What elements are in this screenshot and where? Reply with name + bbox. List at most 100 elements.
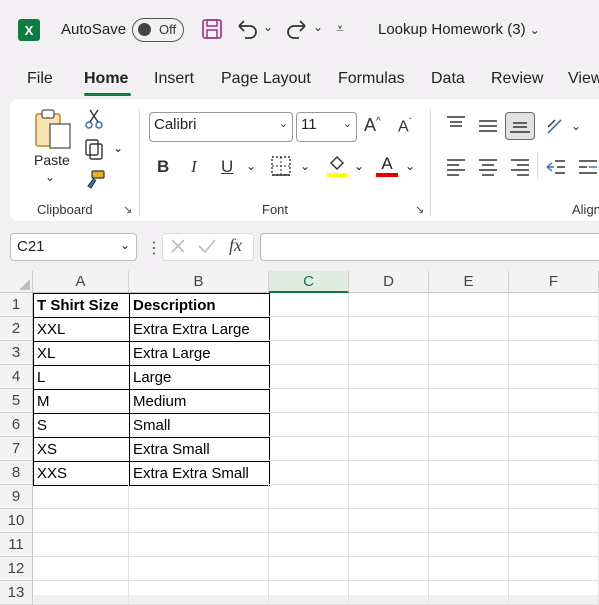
font-launcher-icon[interactable]: ↘ [415, 203, 424, 216]
cell-c4[interactable] [269, 365, 349, 389]
row-header-2[interactable]: 2 [0, 317, 33, 341]
cell-d9[interactable] [349, 485, 429, 509]
redo-icon[interactable] [285, 17, 309, 46]
cell-c6[interactable] [269, 413, 349, 437]
cell-b10[interactable] [129, 509, 269, 533]
top-align-icon[interactable] [445, 115, 467, 136]
column-header-d[interactable]: D [349, 271, 429, 293]
middle-align-icon[interactable] [477, 118, 499, 139]
cell-e4[interactable] [429, 365, 509, 389]
cell-e2[interactable] [429, 317, 509, 341]
cell-e5[interactable] [429, 389, 509, 413]
cell-e7[interactable] [429, 437, 509, 461]
cell-a1[interactable]: T Shirt Size [33, 293, 130, 318]
clipboard-launcher-icon[interactable]: ↘ [123, 203, 132, 216]
cell-d10[interactable] [349, 509, 429, 533]
cell-c3[interactable] [269, 341, 349, 365]
cell-b5[interactable]: Medium [129, 389, 270, 414]
cell-b6[interactable]: Small [129, 413, 270, 438]
format-painter-icon[interactable] [84, 170, 106, 195]
cell-a9[interactable] [33, 485, 129, 509]
cancel-icon[interactable] [169, 237, 187, 260]
row-header-13[interactable]: 13 [0, 581, 33, 605]
increase-indent-icon[interactable] [577, 158, 599, 181]
cell-d12[interactable] [349, 557, 429, 581]
increase-font-size-icon[interactable]: A^ [364, 115, 381, 136]
copy-icon[interactable] [84, 139, 104, 166]
paste-dropdown-icon[interactable]: ⌄ [45, 170, 55, 184]
cell-f6[interactable] [509, 413, 599, 437]
tab-formulas[interactable]: Formulas [338, 70, 405, 88]
cell-b2[interactable]: Extra Extra Large [129, 317, 270, 342]
cell-f7[interactable] [509, 437, 599, 461]
row-header-4[interactable]: 4 [0, 365, 33, 389]
name-box[interactable]: C21 ⌄ [10, 233, 137, 261]
cell-d4[interactable] [349, 365, 429, 389]
cell-d8[interactable] [349, 461, 429, 485]
align-right-icon[interactable] [509, 158, 531, 181]
row-header-10[interactable]: 10 [0, 509, 33, 533]
cell-a7[interactable]: XS [33, 437, 130, 462]
cell-e8[interactable] [429, 461, 509, 485]
cell-c7[interactable] [269, 437, 349, 461]
row-header-7[interactable]: 7 [0, 437, 33, 461]
cell-f13[interactable] [509, 581, 599, 605]
cell-a10[interactable] [33, 509, 129, 533]
fill-color-icon[interactable] [326, 154, 348, 183]
row-header-5[interactable]: 5 [0, 389, 33, 413]
decrease-font-size-icon[interactable]: Aˇ [398, 117, 412, 136]
cell-c5[interactable] [269, 389, 349, 413]
cell-f9[interactable] [509, 485, 599, 509]
cell-b12[interactable] [129, 557, 269, 581]
font-name-dropdown[interactable]: Calibri ⌄ [149, 112, 293, 142]
cell-a2[interactable]: XXL [33, 317, 130, 342]
row-header-9[interactable]: 9 [0, 485, 33, 509]
font-size-dropdown[interactable]: 11 ⌄ [296, 112, 357, 142]
cell-f11[interactable] [509, 533, 599, 557]
enter-check-icon[interactable] [197, 237, 217, 260]
font-color-dropdown-icon[interactable]: ⌄ [405, 159, 415, 173]
cell-d13[interactable] [349, 581, 429, 605]
cell-a13[interactable] [33, 581, 129, 605]
borders-dropdown-icon[interactable]: ⌄ [300, 159, 310, 173]
borders-icon[interactable] [270, 155, 292, 182]
cell-c12[interactable] [269, 557, 349, 581]
align-left-icon[interactable] [445, 158, 467, 181]
cell-c9[interactable] [269, 485, 349, 509]
document-title[interactable]: Lookup Homework (3) ⌄ [378, 21, 540, 38]
bold-button[interactable]: B [157, 157, 169, 177]
cell-a5[interactable]: M [33, 389, 130, 414]
cell-b11[interactable] [129, 533, 269, 557]
row-header-8[interactable]: 8 [0, 461, 33, 485]
cell-f12[interactable] [509, 557, 599, 581]
cell-c8[interactable] [269, 461, 349, 485]
cell-a11[interactable] [33, 533, 129, 557]
underline-button[interactable]: U [221, 157, 233, 177]
cell-d1[interactable] [349, 293, 429, 317]
cell-f3[interactable] [509, 341, 599, 365]
cell-a12[interactable] [33, 557, 129, 581]
cut-icon[interactable] [84, 108, 104, 135]
cell-e12[interactable] [429, 557, 509, 581]
cell-b3[interactable]: Extra Large [129, 341, 270, 366]
column-header-c[interactable]: C [269, 271, 349, 293]
italic-button[interactable]: I [191, 157, 197, 177]
cell-d6[interactable] [349, 413, 429, 437]
tab-file[interactable]: File [27, 70, 53, 88]
row-header-11[interactable]: 11 [0, 533, 33, 557]
cell-c10[interactable] [269, 509, 349, 533]
cell-e11[interactable] [429, 533, 509, 557]
cell-e10[interactable] [429, 509, 509, 533]
cell-a4[interactable]: L [33, 365, 130, 390]
cell-f8[interactable] [509, 461, 599, 485]
cell-f5[interactable] [509, 389, 599, 413]
cell-e6[interactable] [429, 413, 509, 437]
paste-icon[interactable] [34, 108, 72, 155]
cell-c1[interactable] [269, 293, 349, 317]
cell-d5[interactable] [349, 389, 429, 413]
row-header-3[interactable]: 3 [0, 341, 33, 365]
cell-d7[interactable] [349, 437, 429, 461]
cell-e1[interactable] [429, 293, 509, 317]
column-header-b[interactable]: B [129, 271, 269, 293]
redo-dropdown-icon[interactable]: ⌄ [313, 20, 323, 34]
